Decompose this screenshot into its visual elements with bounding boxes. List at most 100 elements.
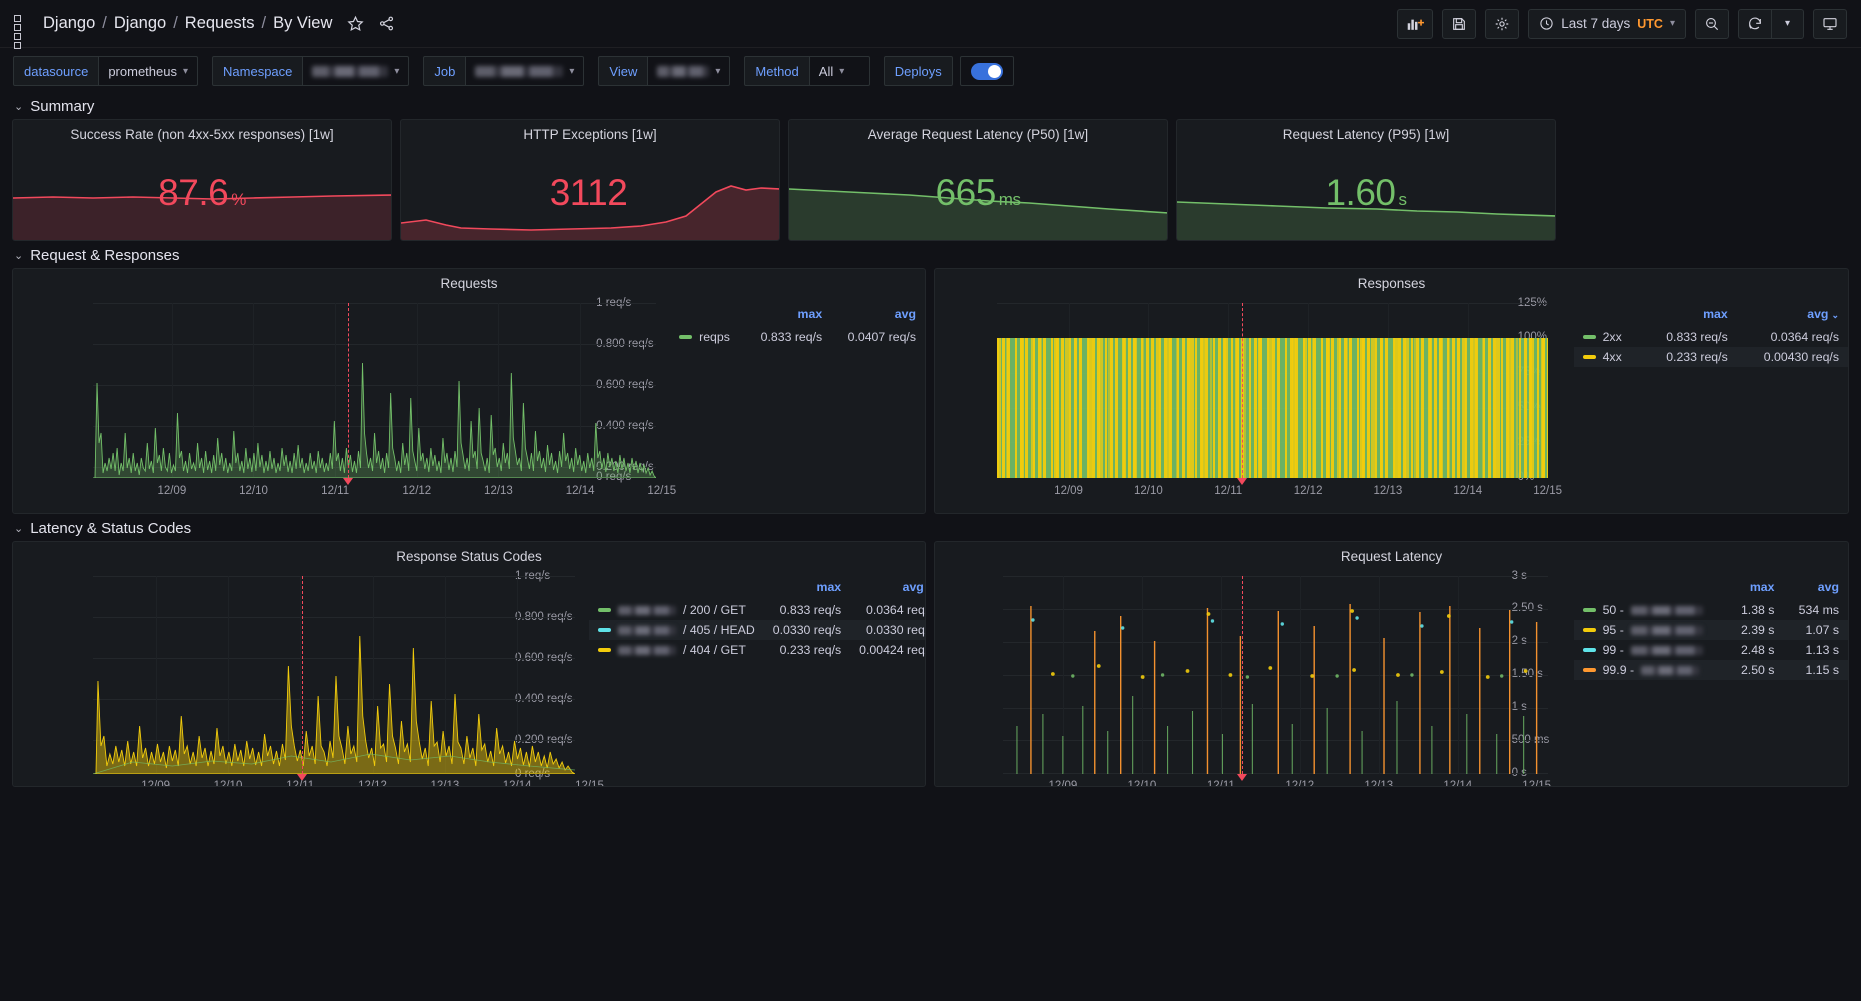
legend-row[interactable]: reqps 0.833 req/s 0.0407 req/s bbox=[670, 327, 925, 347]
timeseries-panel-requests[interactable]: Requests 1 req/s 0.800 req/s 0.600 req/s… bbox=[12, 268, 926, 514]
breadcrumb-item-1[interactable]: Django bbox=[113, 14, 167, 33]
legend-row[interactable]: / 405 / HEAD 0.0330 req/s 0.0330 req/s bbox=[589, 620, 925, 640]
zoom-out-icon bbox=[1706, 17, 1719, 30]
section-title: Latency & Status Codes bbox=[30, 520, 192, 537]
legend-table: max avg 50 - 1.38 s 534 ms 95 - 2.39 s 1… bbox=[1573, 580, 1848, 680]
legend-series-name-cell[interactable]: 99.9 - bbox=[1574, 660, 1727, 680]
x-tick: 12/09 bbox=[1054, 485, 1083, 497]
legend-row[interactable]: 95 - 2.39 s 1.07 s bbox=[1573, 620, 1848, 640]
stat-panel-success-rate[interactable]: Success Rate (non 4xx-5xx responses) [1w… bbox=[12, 119, 392, 241]
legend-row[interactable]: 2xx 0.833 req/s 0.0364 req/s bbox=[1574, 327, 1848, 347]
timeseries-panel-responses[interactable]: Responses 125% 100% 75% 50% 25% 0% bbox=[934, 268, 1849, 514]
refresh-icon bbox=[1749, 17, 1761, 29]
legend-series-name-cell[interactable]: 4xx bbox=[1574, 347, 1642, 367]
legend-series-name-cell[interactable]: 50 - bbox=[1574, 600, 1727, 620]
x-tick: 12/14 bbox=[502, 780, 532, 787]
breadcrumb-item-2[interactable]: Requests bbox=[184, 14, 256, 33]
sparkline-http-exceptions bbox=[401, 185, 779, 240]
x-tick: 12/11 bbox=[1206, 780, 1235, 787]
legend-series-name-cell[interactable]: 95 - bbox=[1574, 620, 1727, 640]
section-header-summary[interactable]: ⌄ Summary bbox=[0, 92, 1861, 119]
variable-datasource: datasource prometheus ▾ bbox=[13, 56, 199, 86]
x-axis-requests: 12/09 12/10 12/11 12/12 12/13 12/14 12/1… bbox=[93, 485, 676, 505]
x-tick: 12/13 bbox=[1373, 485, 1403, 497]
legend-max-value: 2.50 s bbox=[1740, 663, 1775, 677]
legend-row[interactable]: 99 - 2.48 s 1.13 s bbox=[1574, 640, 1848, 660]
gear-icon[interactable] bbox=[1485, 8, 1520, 39]
redacted-value bbox=[657, 65, 710, 77]
stat-panel-p95-latency[interactable]: Request Latency (P95) [1w] 1.60 s bbox=[1176, 119, 1556, 241]
legend-header-max[interactable]: max bbox=[745, 307, 831, 327]
legend-series-name-cell[interactable]: 2xx bbox=[1574, 327, 1642, 347]
panel-title: Request Latency bbox=[1340, 549, 1443, 564]
legend-series-name-cell[interactable]: 99 - bbox=[1574, 640, 1727, 660]
panel-title: Success Rate (non 4xx-5xx responses) [1w… bbox=[70, 127, 334, 142]
x-tick: 12/14 bbox=[1453, 485, 1483, 497]
dashboards-grid-icon[interactable] bbox=[14, 15, 31, 49]
zoom-out-time-range-button[interactable] bbox=[1695, 8, 1729, 39]
deploy-marker-line bbox=[1242, 303, 1243, 478]
breadcrumb-item-3[interactable]: By View bbox=[272, 14, 333, 33]
legend-row[interactable]: 4xx 0.233 req/s 0.00430 req/s bbox=[1573, 347, 1848, 367]
legend-header-max[interactable]: max bbox=[764, 580, 850, 600]
x-tick: 12/13 bbox=[1364, 780, 1394, 787]
timeseries-panel-status-codes[interactable]: Response Status Codes 1 req/s 0.800 req/… bbox=[12, 541, 926, 787]
legend-color-swatch bbox=[1582, 335, 1596, 339]
redacted-series-suffix bbox=[1630, 605, 1703, 615]
deploys-toggle[interactable] bbox=[970, 62, 1003, 80]
section-header-latency-status[interactable]: ⌄ Latency & Status Codes bbox=[0, 514, 1861, 541]
kiosk-mode-button[interactable] bbox=[1813, 8, 1847, 39]
series-p50-points bbox=[1071, 673, 1504, 679]
legend-avg-value: 0.0364 req/s bbox=[1770, 330, 1839, 344]
legend-series-name-cell[interactable]: / 404 / GET bbox=[589, 640, 764, 660]
stat-panel-avg-latency[interactable]: Average Request Latency (P50) [1w] 665 ms bbox=[788, 119, 1168, 241]
legend-series-name-cell[interactable]: / 200 / GET bbox=[589, 600, 764, 620]
chevron-down-icon: ▾ bbox=[839, 65, 845, 77]
legend-row[interactable]: 50 - 1.38 s 534 ms bbox=[1574, 600, 1848, 620]
legend-series-label: 99 - bbox=[1602, 643, 1624, 657]
share-icon[interactable] bbox=[378, 15, 395, 32]
legend-color-swatch bbox=[1582, 608, 1596, 612]
variable-value-datasource[interactable]: prometheus ▾ bbox=[99, 56, 199, 86]
series-p95-points bbox=[1050, 609, 1528, 679]
variable-method: Method All ▾ bbox=[744, 56, 870, 86]
timeseries-panel-request-latency[interactable]: Request Latency 3 s 2.50 s 2 s 1.50 s 1 … bbox=[934, 541, 1849, 787]
legend-header-avg[interactable]: avg bbox=[1783, 580, 1848, 600]
legend-header-avg[interactable]: avg⌄ bbox=[850, 580, 925, 600]
star-icon[interactable] bbox=[347, 15, 365, 32]
legend-header-max[interactable]: max bbox=[1726, 580, 1783, 600]
redacted-value bbox=[312, 65, 389, 77]
refresh-interval-dropdown[interactable]: ▾ bbox=[1772, 8, 1804, 39]
legend-series-name-cell[interactable]: reqps bbox=[670, 327, 745, 347]
legend-row[interactable]: / 200 / GET 0.833 req/s 0.0364 req/s bbox=[589, 600, 925, 620]
legend-row[interactable]: / 404 / GET 0.233 req/s 0.00424 req/s bbox=[589, 640, 925, 660]
series-p50 bbox=[1016, 696, 1525, 774]
legend-header-avg[interactable]: avg bbox=[831, 307, 925, 327]
tv-kiosk-icon bbox=[1823, 17, 1837, 30]
redacted-series-prefix bbox=[618, 605, 676, 615]
legend-header-avg[interactable]: avg⌄ bbox=[1737, 307, 1848, 327]
refresh-button[interactable] bbox=[1738, 8, 1772, 39]
variable-value-job[interactable]: ▾ bbox=[466, 56, 585, 86]
section-header-request-responses[interactable]: ⌄ Request & Responses bbox=[0, 241, 1861, 268]
legend-row[interactable]: 99.9 - 2.50 s 1.15 s bbox=[1573, 660, 1848, 680]
breadcrumb-item-0[interactable]: Django bbox=[42, 14, 96, 33]
timezone-label: UTC bbox=[1637, 16, 1663, 31]
variable-value-namespace[interactable]: ▾ bbox=[303, 56, 410, 86]
stat-panel-http-exceptions[interactable]: HTTP Exceptions [1w] 3112 bbox=[400, 119, 780, 241]
x-tick: 12/15 bbox=[647, 485, 677, 497]
chevron-down-icon: ⌄ bbox=[14, 523, 24, 535]
legend-series-label: 2xx bbox=[1602, 330, 1622, 344]
save-dashboard-button[interactable] bbox=[1442, 8, 1477, 39]
legend-series-name-cell[interactable]: / 405 / HEAD bbox=[589, 620, 764, 640]
variable-label-view: View bbox=[598, 56, 649, 86]
top-navigation-bar: Django / Django / Requests / By View Las… bbox=[0, 0, 1861, 49]
variable-value-method[interactable]: All ▾ bbox=[809, 56, 870, 86]
add-panel-button[interactable] bbox=[1397, 8, 1434, 39]
breadcrumb-separator: / bbox=[102, 14, 107, 32]
time-range-picker[interactable]: Last 7 days UTC ▾ bbox=[1528, 8, 1686, 39]
variable-value-view[interactable]: ▾ bbox=[648, 56, 731, 86]
legend-header-max[interactable]: max bbox=[1642, 307, 1737, 327]
x-tick: 12/12 bbox=[402, 485, 432, 497]
legend-header-name bbox=[1574, 307, 1642, 327]
